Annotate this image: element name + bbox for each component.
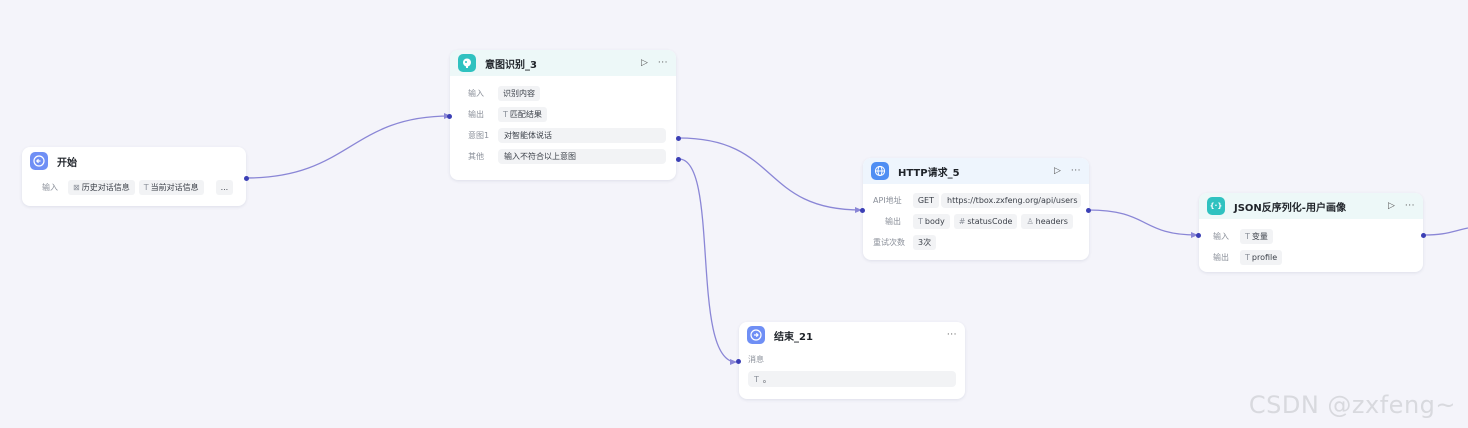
text-type-icon: T [1245,232,1250,241]
intent-input-port[interactable] [447,114,452,119]
start-input-history-label: 历史对话信息 [81,183,130,192]
json-input-port[interactable] [1196,233,1201,238]
http-output-label: 输出 [885,217,901,226]
text-type-icon: T [754,374,759,384]
edge-http-to-json[interactable] [1087,209,1198,238]
intent-node-header[interactable]: 意图识别_3 ▷ ··· [450,50,676,76]
end-node-title: 结束_21 [774,331,813,343]
json-node-title: JSON反序列化-用户画像 [1234,202,1346,214]
http-output-chip-statuscode: # statusCode [953,214,1018,229]
http-output-port[interactable] [1086,208,1091,213]
edge-start-to-intent[interactable] [245,113,451,179]
start-input-more-button[interactable]: ... [215,180,234,195]
json-input-row: 输入 T 变量 [1213,226,1415,247]
intent-node[interactable]: 意图识别_3 ▷ ··· 输入 识别内容 输出 T 匹配结果 意图1 对智能体说话… [447,50,681,180]
http-api-label: API地址 [873,196,902,205]
exit-arrow-icon [747,326,765,344]
back-arrow-icon [30,152,48,170]
watermark: CSDN @zxfeng~ [1248,391,1456,419]
intent-output-label: 输出 [468,110,484,119]
intent-option-1-port[interactable] [676,136,681,141]
intent-option-1-row[interactable]: 意图1 对智能体说话 [468,125,668,146]
http-retry-row: 重试次数 3次 [873,232,1081,253]
http-retry-value: 3次 [913,235,937,250]
json-output-port[interactable] [1421,233,1426,238]
brain-icon [458,54,476,72]
end-message-field[interactable]: T 。 [748,371,956,387]
http-output-body-label: body [924,217,945,226]
end-message-label: 消息 [748,355,764,364]
text-type-icon: T [503,110,508,119]
end-node-header[interactable]: 结束_21 ··· [739,322,965,348]
edge-json-out[interactable] [1423,227,1468,236]
http-output-chip-body: Tbody [913,214,950,229]
json-input-chip: T 变量 [1240,229,1273,244]
start-input-chip-current: T 当前对话信息 [138,180,204,195]
object-type-icon: ♙ [1026,217,1034,226]
json-output-chip: Tprofile [1240,250,1283,265]
edge-other-to-end[interactable] [678,158,737,365]
json-output-label: 输出 [1213,253,1229,262]
http-node[interactable]: HTTP请求_5 ▷ ··· API地址 GET https://tbox.zx… [860,158,1091,260]
start-output-port[interactable] [244,176,249,181]
http-output-row: 输出 Tbody # statusCode ♙ headers [873,211,1081,232]
intent-other-label: 其他 [468,152,484,161]
start-input-type-icon: ⊠ [73,183,80,192]
start-input-label: 输入 [42,183,58,192]
intent-input-row: 输入 识别内容 [468,83,668,104]
intent-more-button[interactable]: ··· [658,58,668,68]
text-type-icon: T [918,217,923,226]
http-input-port[interactable] [860,208,865,213]
json-node[interactable]: {·} JSON反序列化-用户画像 ▷ ··· 输入 T 变量 输出 Tprofi… [1196,193,1426,272]
intent-option-1-value: 对智能体说话 [498,128,666,143]
intent-run-button[interactable]: ▷ [641,58,648,68]
globe-icon [871,162,889,180]
intent-input-chip: 识别内容 [498,86,540,101]
start-node-title: 开始 [57,157,77,169]
json-node-header[interactable]: {·} JSON反序列化-用户画像 ▷ ··· [1199,193,1423,219]
start-node[interactable]: 开始 输入 ⊠ 历史对话信息 T 当前对话信息 ... [22,147,249,206]
intent-input-label: 输入 [468,89,484,98]
http-url-field: https://tbox.zxfeng.org/api/users [941,193,1081,208]
http-node-title: HTTP请求_5 [898,167,960,179]
start-input-type-icon: T [143,183,149,192]
start-input-chip-history: ⊠ 历史对话信息 [68,180,135,195]
start-node-header[interactable]: 开始 [22,147,246,175]
http-output-chip-headers: ♙ headers [1021,214,1073,229]
start-input-current-label: 当前对话信息 [150,183,199,192]
http-node-header[interactable]: HTTP请求_5 ▷ ··· [863,158,1089,184]
intent-option-1-label: 意图1 [468,131,490,140]
json-input-label: 输入 [1213,232,1229,241]
http-output-statuscode-label: statusCode [967,217,1013,226]
end-node[interactable]: 结束_21 ··· 消息 T 。 [736,322,965,399]
json-braces-icon: {·} [1207,197,1225,215]
end-message-value: 。 [762,374,771,384]
intent-other-port[interactable] [676,157,681,162]
http-retry-label: 重试次数 [873,238,905,247]
json-input-value: 变量 [1251,232,1268,241]
intent-output-row: 输出 T 匹配结果 [468,104,668,125]
http-output-headers-label: headers [1035,217,1068,226]
json-output-value: profile [1251,253,1278,262]
end-input-port[interactable] [736,359,741,364]
intent-other-row[interactable]: 其他 输入不符合以上意图 [468,146,668,167]
http-method-chip: GET [912,193,939,208]
http-run-button[interactable]: ▷ [1054,166,1061,176]
json-run-button[interactable]: ▷ [1388,201,1395,211]
json-more-button[interactable]: ··· [1405,201,1415,211]
json-output-row: 输出 Tprofile [1213,247,1415,268]
edge-intent1-to-http[interactable] [678,137,862,213]
http-more-button[interactable]: ··· [1071,166,1081,176]
intent-node-title: 意图识别_3 [485,59,537,71]
number-type-icon: # [958,217,966,226]
intent-output-value: 匹配结果 [509,110,542,119]
intent-other-value: 输入不符合以上意图 [498,149,666,164]
intent-output-chip: T 匹配结果 [498,107,547,122]
text-type-icon: T [1245,253,1250,262]
end-more-button[interactable]: ··· [947,330,957,340]
http-api-row[interactable]: API地址 GET https://tbox.zxfeng.org/api/us… [873,190,1081,211]
start-input-row: 输入 ⊠ 历史对话信息 T 当前对话信息 ... [22,177,246,198]
